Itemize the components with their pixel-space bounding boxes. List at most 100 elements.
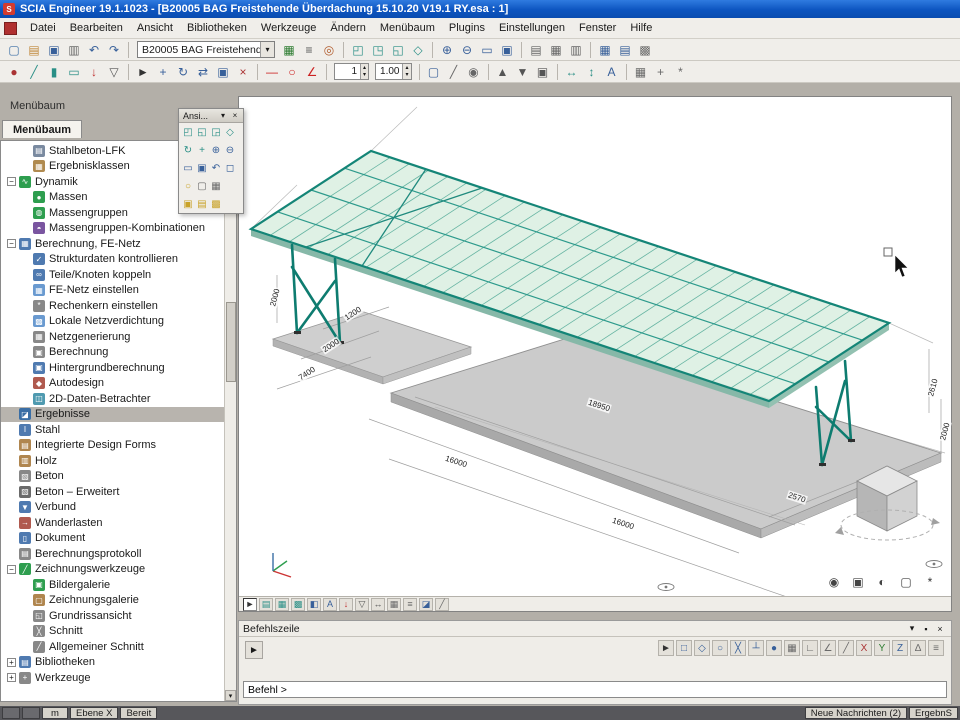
collapse-box-icon[interactable]: − <box>7 565 16 574</box>
ortho-mode-icon[interactable]: ∟ <box>802 640 818 656</box>
command-panel-header[interactable]: Befehlszeile ▾ ▪ × <box>239 621 951 637</box>
palette-print-icon[interactable]: ▤ <box>195 196 209 212</box>
column-tool-icon[interactable]: ▮ <box>45 63 63 81</box>
loads-tab-icon[interactable]: ↓ <box>339 598 353 611</box>
palette-rotate-icon[interactable]: ↻ <box>181 142 195 158</box>
palette-light-icon[interactable]: ○ <box>181 178 195 194</box>
grid-tab-icon[interactable]: ▦ <box>387 598 401 611</box>
menu-item-bearbeiten[interactable]: Bearbeiten <box>63 20 130 36</box>
tree-item-wanderlasten[interactable]: →Wanderlasten <box>1 515 224 531</box>
text-tool-icon[interactable]: A <box>603 63 621 81</box>
bring-to-front-icon[interactable]: ▲ <box>494 63 512 81</box>
snap-toggle-icon[interactable]: + <box>652 63 670 81</box>
tree-item-allgemeiner-schnitt[interactable]: ╱Allgemeiner Schnitt <box>1 639 224 655</box>
tree-item-lokale-netzverdichtung[interactable]: ▩Lokale Netzverdichtung <box>1 314 224 330</box>
menu-item-ndern[interactable]: Ändern <box>323 20 372 36</box>
expand-box-icon[interactable]: + <box>7 673 16 682</box>
snap-center-icon[interactable]: ○ <box>712 640 728 656</box>
menu-item-werkzeuge[interactable]: Werkzeuge <box>254 20 323 36</box>
beam-tool-icon[interactable]: ╱ <box>25 63 43 81</box>
snap-settings-icon[interactable]: ≡ <box>928 640 944 656</box>
command-input[interactable] <box>243 681 947 698</box>
tree-item-schnitt[interactable]: ╳Schnitt <box>1 624 224 640</box>
undo-icon[interactable]: ↶ <box>85 41 103 59</box>
palette-gallery-icon[interactable]: ▣ <box>181 196 195 212</box>
active-layer-indicator[interactable]: Ebene X <box>70 707 118 719</box>
scroll-down-icon[interactable]: ▾ <box>225 690 236 701</box>
model-3d-view[interactable] <box>239 97 951 596</box>
tree-item-dokument[interactable]: ▯Dokument <box>1 531 224 547</box>
zoom-window-icon[interactable]: ▭ <box>478 41 496 59</box>
tree-item-beton[interactable]: ▧Beton <box>1 469 224 485</box>
new-project-icon[interactable]: ▢ <box>5 41 23 59</box>
properties-icon[interactable]: ▤ <box>616 41 634 59</box>
tree-item-beton-erweitert[interactable]: ▧Beton – Erweitert <box>1 484 224 500</box>
chevron-down-icon[interactable]: ▾ <box>260 42 274 57</box>
command-float-icon[interactable]: ▪ <box>919 624 933 634</box>
labels-tab-icon[interactable]: A <box>323 598 337 611</box>
pointer-tool-button[interactable]: ► <box>245 641 263 659</box>
supports-tab-icon[interactable]: ▽ <box>355 598 369 611</box>
rendered-tab-icon[interactable]: ▩ <box>291 598 305 611</box>
zoom-spinner[interactable]: 1.00 ▴▾ <box>375 63 411 80</box>
palette-zoom-in-icon[interactable]: ⊕ <box>209 142 223 158</box>
tracking-mode-icon[interactable]: ╱ <box>838 640 854 656</box>
palette-collapse-icon[interactable]: ▾ <box>217 111 229 120</box>
view-top-icon[interactable]: ◱ <box>389 41 407 59</box>
vp-solid-icon[interactable]: ▣ <box>851 575 865 589</box>
relative-coords-icon[interactable]: ∆ <box>910 640 926 656</box>
new-messages-button[interactable]: Neue Nachrichten (2) <box>805 707 907 719</box>
tree-item-verbund[interactable]: ▼Verbund <box>1 500 224 516</box>
palette-zoom-out-icon[interactable]: ⊖ <box>223 142 237 158</box>
zoom-all-icon[interactable]: ▣ <box>498 41 516 59</box>
tree-item-werkzeuge[interactable]: ++Werkzeuge <box>1 670 224 686</box>
app-menu-icon[interactable] <box>4 22 17 35</box>
copy-tool-icon[interactable]: ▣ <box>214 63 232 81</box>
results-tab-icon[interactable]: ◪ <box>419 598 433 611</box>
tree-item-rechenkern-einstellen[interactable]: *Rechenkern einstellen <box>1 298 224 314</box>
tree-item-autodesign[interactable]: ◆Autodesign <box>1 376 224 392</box>
menu-item-bibliotheken[interactable]: Bibliotheken <box>180 20 254 36</box>
tree-item-zeichnungsgalerie[interactable]: ▢Zeichnungsgalerie <box>1 593 224 609</box>
palette-clip-icon[interactable]: ▢ <box>195 178 209 194</box>
scale-spinner[interactable]: 1 ▴▾ <box>334 63 369 80</box>
tree-item-stahl[interactable]: IStahl <box>1 422 224 438</box>
measure-icon[interactable]: ↔ <box>563 63 581 81</box>
snap-midpoint-icon[interactable]: ◇ <box>694 640 710 656</box>
red-angle-style-icon[interactable]: ∠ <box>303 63 321 81</box>
axonometric-view-icon[interactable]: ◇ <box>409 41 427 59</box>
move-tool-icon[interactable]: + <box>154 63 172 81</box>
section-tool-icon[interactable]: ╱ <box>445 63 463 81</box>
dimensions-tab-icon[interactable]: ↔ <box>371 598 385 611</box>
tree-item-zeichnungswerkzeuge[interactable]: −╱Zeichnungswerkzeuge <box>1 562 224 578</box>
tree-item-holz[interactable]: ▥Holz <box>1 453 224 469</box>
volumes-tab-icon[interactable]: ◧ <box>307 598 321 611</box>
lock-x-icon[interactable]: X <box>856 640 872 656</box>
view-front-icon[interactable]: ◰ <box>349 41 367 59</box>
view-side-icon[interactable]: ◳ <box>369 41 387 59</box>
vp-settings-gear-icon[interactable]: * <box>923 575 937 589</box>
options-icon[interactable]: * <box>672 63 690 81</box>
delete-tool-icon[interactable]: × <box>234 63 252 81</box>
tree-item-2d-daten-betrachter[interactable]: ◫2D-Daten-Betrachter <box>1 391 224 407</box>
snap-grid-icon[interactable]: ▦ <box>784 640 800 656</box>
tree-item-grundrissansicht[interactable]: ◱Grundrissansicht <box>1 608 224 624</box>
tree-item-bildergalerie[interactable]: ▣Bildergalerie <box>1 577 224 593</box>
palette-settings-icon[interactable]: ▩ <box>209 196 223 212</box>
tree-scrollbar[interactable]: ▴ ▾ <box>224 141 236 701</box>
view-palette-caption[interactable]: Ansi... ▾ × <box>179 109 243 123</box>
table-input-icon[interactable]: ▦ <box>596 41 614 59</box>
palette-view-y-icon[interactable]: ◱ <box>195 124 209 140</box>
redo-icon[interactable]: ↷ <box>105 41 123 59</box>
tree-tab[interactable]: Menübaum <box>2 120 82 138</box>
clip-box-icon[interactable]: ▢ <box>425 63 443 81</box>
wireframe-mode-icon[interactable]: ▤ <box>527 41 545 59</box>
mirror-tool-icon[interactable]: ⇄ <box>194 63 212 81</box>
send-to-back-icon[interactable]: ▼ <box>514 63 532 81</box>
group-icon[interactable]: ▣ <box>534 63 552 81</box>
tree-item-massengruppen-kombinationen[interactable]: ◓Massengruppen-Kombinationen <box>1 221 224 237</box>
tree-item-integrierte-design-forms[interactable]: ▤Integrierte Design Forms <box>1 438 224 454</box>
select-tool-icon[interactable]: ► <box>134 63 152 81</box>
wireframe-tab-icon[interactable]: ▤ <box>259 598 273 611</box>
support-tool-icon[interactable]: ▽ <box>105 63 123 81</box>
